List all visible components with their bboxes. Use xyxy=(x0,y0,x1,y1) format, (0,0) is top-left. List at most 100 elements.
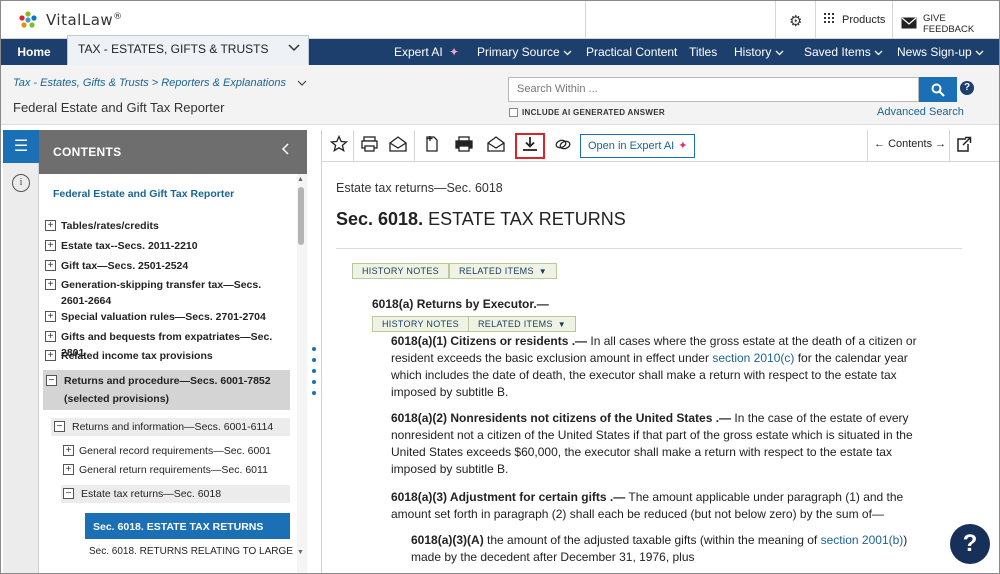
chevron-down-icon xyxy=(775,45,784,59)
toc-item[interactable]: + Gift tax—Secs. 2501-2524 xyxy=(45,258,290,274)
divider xyxy=(336,248,962,249)
toolbar-divider xyxy=(949,130,950,162)
history-notes-button[interactable]: HISTORY NOTES xyxy=(352,263,449,279)
section-link[interactable]: section 2010(c) xyxy=(712,351,794,365)
toc-item[interactable]: + Estate tax--Secs. 2011-2210 xyxy=(45,238,290,254)
email-multiple-icon[interactable] xyxy=(385,135,411,157)
nav-titles[interactable]: Titles xyxy=(689,39,717,65)
toolbar-divider xyxy=(353,130,354,162)
toc-item[interactable]: Sec. 6018. RETURNS RELATING TO LARGE xyxy=(89,544,294,560)
print-icon[interactable] xyxy=(451,135,477,157)
expand-icon[interactable]: + xyxy=(45,279,56,290)
toc-list-icon[interactable]: ☰ xyxy=(3,130,39,163)
toc-item[interactable]: + Tables/rates/credits xyxy=(45,218,290,234)
include-ai-answer-label: INCLUDE AI GENERATED ANSWER xyxy=(522,108,665,117)
document-title: Federal Estate and Gift Tax Reporter xyxy=(13,100,225,115)
scroll-thumb[interactable] xyxy=(298,187,304,245)
toc-item-expanded[interactable]: − Estate tax returns—Sec. 6018 xyxy=(61,485,290,503)
paragraph-6018a3: 6018(a)(3) Adjustment for certain gifts … xyxy=(391,490,904,521)
link-icon[interactable] xyxy=(550,135,576,157)
panel-splitter-handle[interactable] xyxy=(312,347,318,402)
advanced-search-link[interactable]: Advanced Search xyxy=(877,106,964,118)
section-heading: Sec. 6018. ESTATE TAX RETURNS xyxy=(336,209,626,229)
left-rail: ☰ i xyxy=(3,130,39,573)
toc-item-expanded[interactable]: − Returns and procedure—Secs. 6001-7852 (… xyxy=(43,370,290,410)
toc-root-link[interactable]: Federal Estate and Gift Tax Reporter xyxy=(53,188,234,200)
section-link[interactable]: section 2001(b) xyxy=(821,533,904,547)
contents-nav-label: Contents xyxy=(888,138,933,150)
toc-item[interactable]: + General record requirements—Sec. 6001 xyxy=(63,443,290,459)
toc-item-expanded[interactable]: − Returns and information—Secs. 6001-6114 xyxy=(51,418,290,436)
expand-icon[interactable]: + xyxy=(45,220,56,231)
download-icon[interactable] xyxy=(515,133,545,159)
practice-area-label: TAX - ESTATES, GIFTS & TRUSTS xyxy=(78,42,269,56)
search-button[interactable] xyxy=(919,77,957,102)
vitallaw-logo[interactable]: VitalLaw® xyxy=(17,9,123,31)
contents-panel-header: CONTENTS xyxy=(39,130,307,174)
paragraph-6018a2: 6018(a)(2) Nonresidents not citizens of … xyxy=(391,411,913,476)
expand-icon[interactable]: + xyxy=(45,350,56,361)
arrow-left-icon[interactable]: ← xyxy=(874,138,885,150)
nav-home[interactable]: Home xyxy=(1,39,67,65)
header-divider xyxy=(775,1,776,39)
collapse-icon[interactable]: − xyxy=(54,421,65,432)
checkbox-box[interactable] xyxy=(509,108,518,117)
collapse-icon[interactable]: − xyxy=(63,488,74,499)
help-fab-button[interactable]: ? xyxy=(950,524,990,564)
related-items-dropdown[interactable]: RELATED ITEMS ▼ xyxy=(468,316,576,332)
chevron-down-icon xyxy=(288,41,300,55)
give-feedback-label: GIVE FEEDBACK xyxy=(923,13,975,35)
toc-item-selected[interactable]: Sec. 6018. ESTATE TAX RETURNS xyxy=(85,513,290,539)
include-ai-answer-checkbox[interactable]: INCLUDE AI GENERATED ANSWER xyxy=(509,108,665,117)
email-icon[interactable] xyxy=(483,135,509,157)
nav-primary-source[interactable]: Primary Source xyxy=(477,39,572,65)
document-add-icon[interactable] xyxy=(419,135,445,157)
header-divider xyxy=(585,1,586,39)
scroll-down-icon[interactable]: ▼ xyxy=(297,549,304,556)
sparkle-icon: ✦ xyxy=(678,140,688,152)
nav-history[interactable]: History xyxy=(734,39,784,65)
contents-tree: Federal Estate and Gift Tax Reporter + Ta… xyxy=(39,174,297,573)
help-icon[interactable]: ? xyxy=(960,81,974,95)
practice-area-dropdown[interactable]: TAX - ESTATES, GIFTS & TRUSTS xyxy=(67,35,309,65)
expand-icon[interactable]: + xyxy=(45,311,56,322)
toc-item[interactable]: + Special valuation rules—Secs. 2701-2704 xyxy=(45,309,290,325)
contents-navigation[interactable]: ← Contents → xyxy=(874,138,946,150)
popout-icon[interactable] xyxy=(956,135,972,157)
paragraph-6018a1: 6018(a)(1) Citizens or residents .— In a… xyxy=(391,334,917,399)
expand-icon[interactable]: + xyxy=(45,260,56,271)
sparkle-icon: ✦ xyxy=(449,45,460,59)
expand-icon[interactable]: + xyxy=(45,240,56,251)
collapse-icon[interactable]: − xyxy=(46,375,57,386)
info-icon[interactable]: i xyxy=(12,174,30,192)
expand-icon[interactable]: + xyxy=(63,464,74,475)
gear-icon[interactable]: ⚙ xyxy=(789,12,802,30)
scroll-up-icon[interactable]: ▲ xyxy=(297,176,304,183)
open-in-expert-ai-button[interactable]: Open in Expert AI ✦ xyxy=(580,134,696,158)
chevron-left-icon[interactable] xyxy=(281,142,289,158)
products-button[interactable]: Products xyxy=(824,13,885,26)
chevron-down-icon xyxy=(297,77,307,89)
expand-icon[interactable]: + xyxy=(63,445,74,456)
subsection-heading: 6018(a) Returns by Executor.— xyxy=(372,297,549,311)
nav-expert-ai[interactable]: Expert AI ✦ xyxy=(394,39,459,65)
nav-news-signup[interactable]: News Sign-up xyxy=(897,39,984,65)
print-multiple-icon[interactable] xyxy=(357,135,383,157)
header-divider xyxy=(815,1,816,39)
toc-item[interactable]: + Related income tax provisions xyxy=(45,348,290,364)
related-items-dropdown[interactable]: RELATED ITEMS ▼ xyxy=(449,263,557,279)
app-frame: VitalLaw® ⚙ Products GIVE FEEDBACK Home … xyxy=(0,0,1000,574)
expand-icon[interactable]: + xyxy=(45,331,56,342)
toc-scrollbar[interactable]: ▲ ▼ xyxy=(297,174,307,573)
star-icon[interactable] xyxy=(326,134,352,157)
give-feedback-button[interactable]: GIVE FEEDBACK xyxy=(901,13,999,35)
arrow-right-icon[interactable]: → xyxy=(935,138,946,150)
toc-item[interactable]: + General return requirements—Sec. 6011 xyxy=(63,462,290,478)
toc-item[interactable]: + Generation-skipping transfer tax—Secs. … xyxy=(45,277,283,309)
search-within-input[interactable]: Search Within ... xyxy=(508,77,919,102)
nav-saved-items[interactable]: Saved Items xyxy=(804,39,883,65)
chevron-down-icon xyxy=(975,45,984,59)
breadcrumb[interactable]: Tax - Estates, Gifts & Trusts > Reporter… xyxy=(13,77,307,89)
nav-practical-content[interactable]: Practical Content xyxy=(586,39,677,65)
history-notes-button[interactable]: HISTORY NOTES xyxy=(372,316,469,332)
